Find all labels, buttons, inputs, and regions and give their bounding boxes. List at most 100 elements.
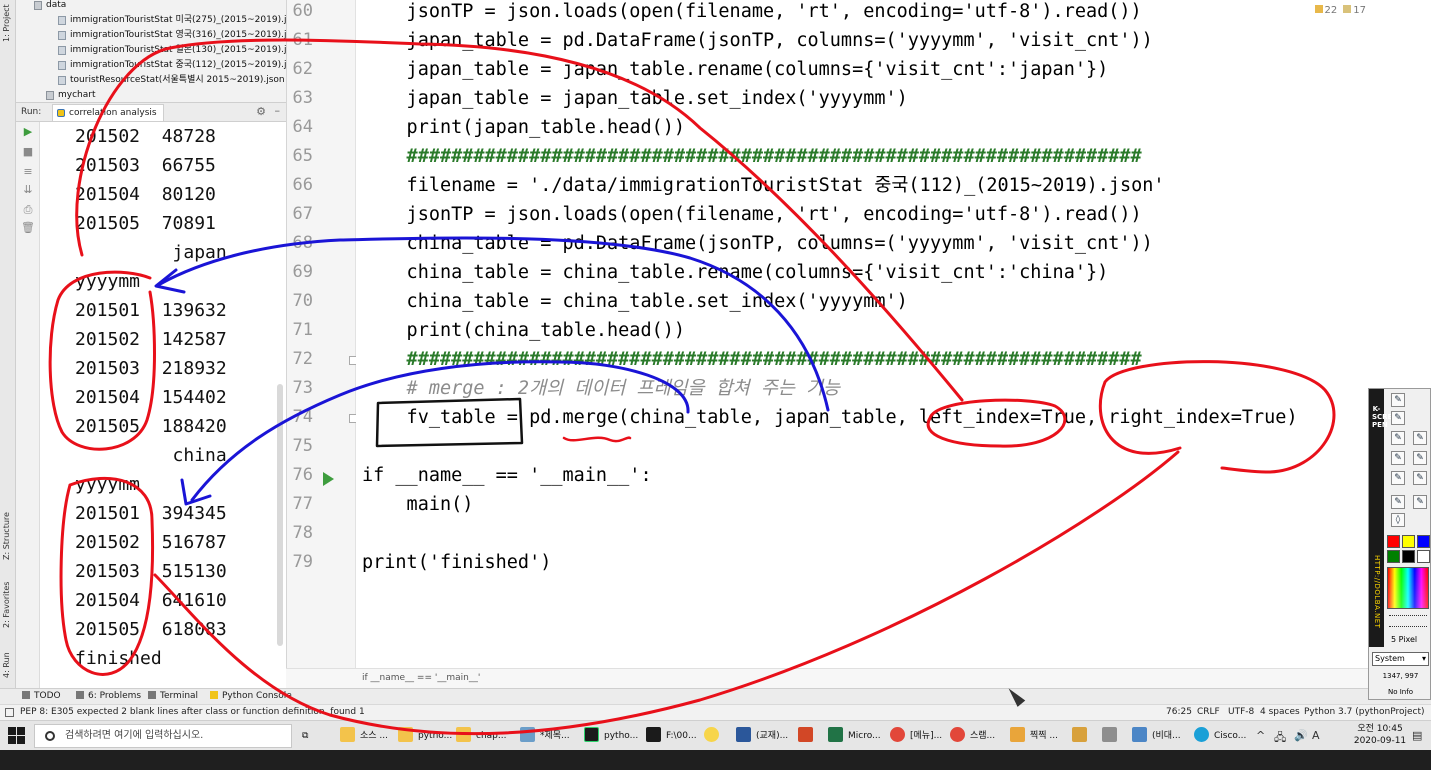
status-toggle-icon[interactable] [5, 708, 14, 717]
taskbar-app[interactable] [704, 724, 724, 748]
color-swatch[interactable] [1387, 550, 1400, 563]
tree-file[interactable]: touristResourceStat(서울특별시 2015~2019).jso… [58, 73, 285, 88]
taskbar-app[interactable]: pytho... [584, 724, 638, 748]
pen-tool-icon[interactable]: ✎ [1391, 411, 1405, 425]
tab-problems[interactable]: 6: Problems [76, 691, 141, 701]
eraser-tool-icon[interactable]: ◊ [1391, 513, 1405, 527]
taskbar-app[interactable] [798, 724, 818, 748]
taskbar-app[interactable]: 찍찍 ... [1010, 724, 1058, 748]
screen-pen-title-bar: K-SCREEN PEN HTTP://DOLBA.NET [1369, 389, 1403, 647]
taskbar-app[interactable]: pytho... [398, 724, 452, 748]
tree-file[interactable]: immigrationTouristStat 영국(316)_(2015~201… [58, 28, 286, 43]
breadcrumb-item[interactable]: if __name__ == '__main__' [362, 673, 480, 683]
minimize-icon[interactable]: – [275, 104, 281, 117]
taskbar-app[interactable] [1102, 724, 1122, 748]
marker-tool-icon[interactable]: ✎ [1391, 471, 1405, 485]
stop-icon[interactable]: ■ [20, 144, 36, 160]
taskbar-app[interactable]: Micro... [828, 724, 881, 748]
taskbar-app[interactable]: [메뉴]... [890, 724, 942, 748]
line-number: 67 [292, 204, 313, 224]
code-editor[interactable]: 22 17 jsonTP = json.loads(open(filename, … [356, 0, 1368, 668]
tab-python-console[interactable]: Python Console [210, 691, 292, 701]
color-swatch[interactable] [1417, 535, 1430, 548]
pen-tool-icon[interactable]: ✎ [1391, 451, 1405, 465]
color-swatch[interactable] [1417, 550, 1430, 563]
taskbar-app[interactable]: Cisco... [1194, 724, 1246, 748]
indent-setting[interactable]: 4 spaces [1260, 707, 1300, 717]
windows-taskbar: 검색하려면 여기에 입력하십시오. ⧉ 소스 ... pytho... chap… [0, 720, 1431, 750]
marker-tool-icon[interactable]: ✎ [1413, 471, 1427, 485]
taskbar-app[interactable]: (비대... [1132, 724, 1181, 748]
gear-icon[interactable]: ⚙ [256, 105, 266, 118]
notification-icon[interactable]: ▤ [1412, 729, 1422, 742]
color-swatch[interactable] [1402, 535, 1415, 548]
tree-file[interactable]: immigrationTouristStat 미국(275)_(2015~201… [58, 13, 286, 28]
tray-chevron-icon[interactable]: ^ [1256, 729, 1265, 742]
tab-terminal[interactable]: Terminal [148, 691, 198, 701]
project-tool-tab[interactable]: 1: Project [2, 2, 14, 42]
json-file-icon [58, 16, 66, 25]
pen-width-slider[interactable] [1389, 615, 1427, 627]
pen-tool-icon[interactable]: ✎ [1413, 431, 1427, 445]
caret-position[interactable]: 76:25 [1166, 707, 1192, 717]
pen-tool-icon[interactable]: ✎ [1391, 431, 1405, 445]
database-icon [1102, 727, 1117, 742]
pen-tool-icon[interactable]: ✎ [1413, 451, 1427, 465]
highlighter-tool-icon[interactable]: ✎ [1391, 495, 1405, 509]
taskbar-app-label: F:\00... [666, 731, 697, 741]
taskbar-clock[interactable]: 오전 10:45 2020-09-11 [1351, 723, 1409, 747]
soft-wrap-icon[interactable]: ≡ [20, 164, 36, 180]
ime-indicator[interactable]: A [1312, 729, 1320, 742]
trash-icon[interactable]: 🗑 [20, 220, 36, 236]
taskbar-app[interactable]: (교재)... [736, 724, 788, 748]
pencil-tool-icon[interactable]: ✎ [1391, 393, 1405, 407]
file-encoding[interactable]: UTF-8 [1228, 707, 1254, 717]
run-tool-tab[interactable]: 4: Run [2, 638, 14, 678]
tree-file[interactable]: immigrationTouristStat 중국(112)_(2015~201… [58, 58, 286, 73]
code-line: main() [362, 494, 474, 515]
line-separator[interactable]: CRLF [1197, 707, 1220, 717]
line-number: 60 [292, 1, 313, 21]
task-view-icon[interactable]: ⧉ [302, 724, 308, 748]
tree-file[interactable]: immigrationTouristStat 일본(130)_(2015~201… [58, 43, 286, 58]
interpreter-selector[interactable]: Python 3.7 (pythonProject) [1304, 707, 1425, 717]
inspection-widget[interactable]: 22 17 [1309, 5, 1366, 16]
taskbar-app[interactable]: 스램... [950, 724, 995, 748]
network-icon[interactable]: 🖧 [1274, 729, 1286, 748]
code-line: china_table = china_table.rename(columns… [362, 262, 1109, 283]
lower-backdrop [0, 750, 1431, 770]
taskbar-search-input[interactable]: 검색하려면 여기에 입력하십시오. [34, 724, 292, 748]
color-swatch[interactable] [1387, 535, 1400, 548]
structure-tool-tab[interactable]: Z: Structure [2, 490, 14, 560]
tab-todo[interactable]: TODO [22, 691, 61, 701]
pen-mode-value: System [1375, 654, 1405, 663]
run-config-tab[interactable]: correlation analysis [52, 104, 164, 121]
print-icon[interactable]: ⎙ [20, 202, 36, 218]
volume-icon[interactable]: 🔊 [1294, 729, 1308, 742]
line-number: 74 [292, 407, 313, 427]
highlighter-tool-icon[interactable]: ✎ [1413, 495, 1427, 509]
pen-mode-select[interactable]: System ▾ [1372, 652, 1429, 666]
favorites-tool-tab[interactable]: 2: Favorites [2, 568, 14, 628]
rerun-icon[interactable]: ▶ [20, 124, 36, 140]
console-line: 201501 394345 [75, 503, 227, 524]
tab-label: 6: Problems [88, 691, 142, 701]
tree-folder-mychart[interactable]: mychart [46, 88, 96, 102]
taskbar-app[interactable]: chap... [456, 724, 506, 748]
scroll-to-end-icon[interactable]: ⇊ [20, 182, 36, 198]
console-scrollbar[interactable] [277, 384, 283, 646]
tree-folder-data[interactable]: data [34, 0, 66, 13]
tab-label: TODO [34, 691, 61, 701]
breadcrumb: if __name__ == '__main__' [286, 668, 1368, 688]
taskbar-app[interactable]: *제목... [520, 724, 570, 748]
search-icon [45, 731, 55, 741]
taskbar-app[interactable]: 소스 ... [340, 724, 388, 748]
run-gutter-icon[interactable] [323, 472, 334, 486]
windows-start-icon[interactable] [8, 727, 26, 745]
taskbar-app[interactable] [1072, 724, 1092, 748]
color-swatch[interactable] [1402, 550, 1415, 563]
run-console-output[interactable]: 201502 48728 201503 66755 201504 80120 2… [40, 122, 286, 688]
taskbar-app[interactable]: F:\00... [646, 724, 697, 748]
line-number: 76 [292, 465, 313, 485]
color-spectrum[interactable] [1387, 567, 1429, 609]
